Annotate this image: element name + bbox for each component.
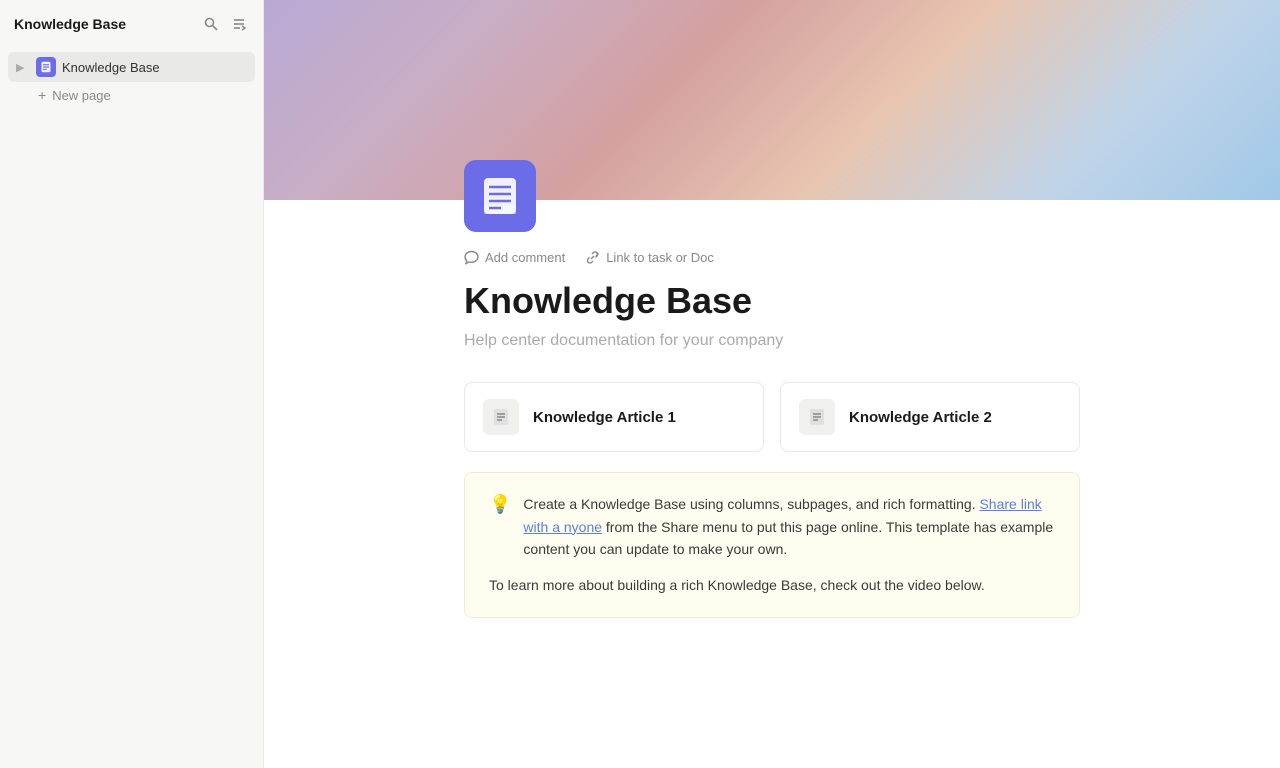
article-card-2-icon xyxy=(799,399,835,435)
article-card-2-title: Knowledge Article 2 xyxy=(849,409,992,426)
add-comment-label: Add comment xyxy=(485,250,565,265)
info-box: 💡 Create a Knowledge Base using columns,… xyxy=(464,472,1080,618)
info-row-2: To learn more about building a rich Know… xyxy=(489,574,1055,596)
new-page-item[interactable]: + New page xyxy=(8,82,255,108)
info-text-2: To learn more about building a rich Know… xyxy=(489,574,985,596)
plus-icon: + xyxy=(38,87,46,103)
page-subtitle: Help center documentation for your compa… xyxy=(464,332,1080,350)
link-to-task-button[interactable]: Link to task or Doc xyxy=(585,248,714,267)
knowledge-base-page-icon xyxy=(36,57,56,77)
info-row-1: 💡 Create a Knowledge Base using columns,… xyxy=(489,493,1055,560)
article-card-1[interactable]: Knowledge Article 1 xyxy=(464,382,764,452)
new-page-label: New page xyxy=(52,88,111,103)
sidebar-header: Knowledge Base xyxy=(0,0,263,48)
page-icon xyxy=(464,160,536,232)
sidebar-item-label: Knowledge Base xyxy=(62,60,160,75)
search-button[interactable] xyxy=(201,14,221,34)
info-text-after-link: from the Share menu to put this page onl… xyxy=(523,519,1053,557)
article-card-2[interactable]: Knowledge Article 2 xyxy=(780,382,1080,452)
sidebar-item-knowledge-base[interactable]: ▶ Knowledge Base xyxy=(8,52,255,82)
sidebar-icons xyxy=(201,14,249,34)
page-icon-wrapper xyxy=(264,160,1280,232)
article-card-1-icon xyxy=(483,399,519,435)
sidebar-title: Knowledge Base xyxy=(14,16,126,32)
page-content: Add comment Link to task or Doc Knowledg… xyxy=(264,232,1280,658)
link-to-task-label: Link to task or Doc xyxy=(606,250,714,265)
main-content: Add comment Link to task or Doc Knowledg… xyxy=(264,0,1280,768)
bulb-icon: 💡 xyxy=(489,494,511,515)
info-text-before-link: Create a Knowledge Base using columns, s… xyxy=(523,496,979,512)
article-card-1-title: Knowledge Article 1 xyxy=(533,409,676,426)
sidebar-nav: ▶ Knowledge Base + New page xyxy=(0,48,263,112)
chevron-right-icon: ▶ xyxy=(16,61,30,74)
collapse-sidebar-button[interactable] xyxy=(229,14,249,34)
info-text-1: Create a Knowledge Base using columns, s… xyxy=(523,493,1055,560)
sidebar: Knowledge Base ▶ xyxy=(0,0,264,768)
action-bar: Add comment Link to task or Doc xyxy=(464,248,1080,267)
add-comment-button[interactable]: Add comment xyxy=(464,248,565,267)
cards-row: Knowledge Article 1 Knowledge Article 2 xyxy=(464,382,1080,452)
page-title: Knowledge Base xyxy=(464,279,1080,322)
